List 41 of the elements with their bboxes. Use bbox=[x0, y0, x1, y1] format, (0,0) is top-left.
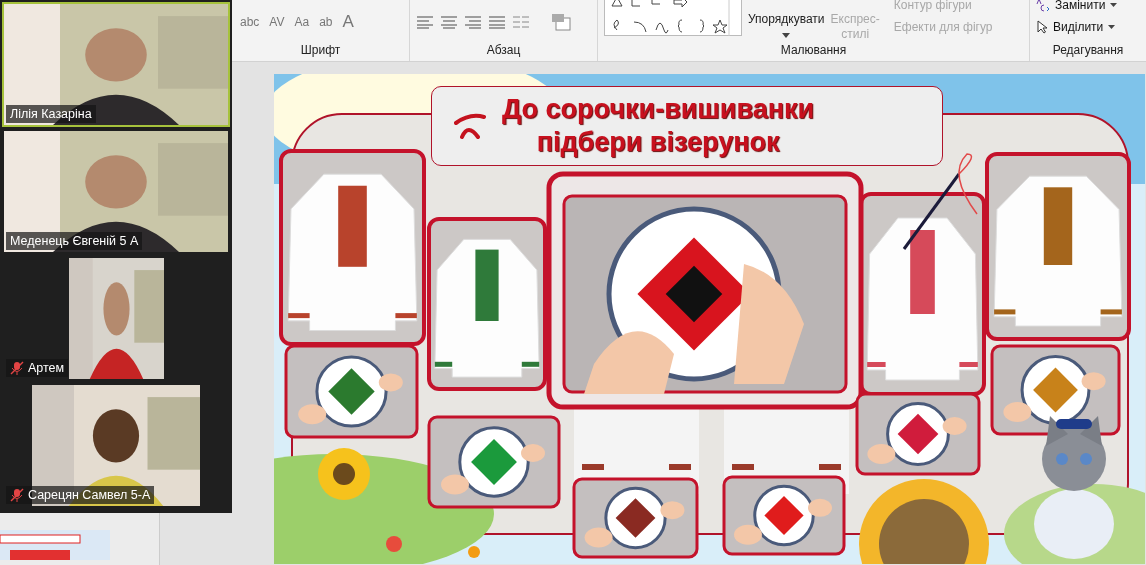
font-tool-button[interactable]: Aa bbox=[292, 15, 312, 29]
embroidery-hoop-card[interactable] bbox=[427, 415, 561, 509]
sunflower-drawing bbox=[318, 448, 370, 500]
group-label: Шрифт bbox=[299, 43, 342, 57]
embroidery-hoop-card[interactable] bbox=[722, 475, 846, 556]
slide-title: підбери візерунок bbox=[536, 126, 780, 159]
shirt-card[interactable] bbox=[985, 152, 1131, 341]
video-tile[interactable]: Меденець Євгеній 5 А bbox=[2, 129, 230, 254]
group-label: Малювання bbox=[779, 43, 848, 57]
cross-stitch-icon bbox=[454, 113, 486, 139]
group-label: Абзац bbox=[485, 43, 522, 57]
participant-name: Лілія Казаріна bbox=[10, 107, 92, 121]
participant-name: Артем bbox=[28, 361, 65, 375]
caret-icon bbox=[782, 33, 791, 38]
replace-button[interactable]: Замінити bbox=[1055, 0, 1106, 12]
group-label: Редагування bbox=[1051, 43, 1125, 57]
video-tile[interactable]: Лілія Казаріна bbox=[2, 2, 230, 127]
font-tool-button[interactable]: AV bbox=[267, 15, 287, 29]
participant-name: Сарецян Самвел 5-А bbox=[28, 488, 151, 502]
shape-gallery[interactable] bbox=[604, 0, 742, 36]
embroidery-hoop-card[interactable] bbox=[855, 392, 981, 476]
shirt-card[interactable] bbox=[427, 217, 547, 391]
slide-thumbnail[interactable] bbox=[0, 530, 110, 560]
muted-mic-icon bbox=[10, 488, 24, 502]
shirt-card[interactable] bbox=[279, 149, 426, 346]
font-tool-button[interactable]: abc bbox=[238, 15, 262, 29]
cursor-icon bbox=[1036, 20, 1048, 34]
muted-mic-icon bbox=[10, 361, 24, 375]
embroidery-hoop-card[interactable] bbox=[284, 344, 419, 439]
font-tool-button[interactable]: ab bbox=[317, 15, 335, 29]
select-button[interactable]: Виділити bbox=[1053, 20, 1104, 34]
replace-icon bbox=[1036, 0, 1050, 12]
caret-icon bbox=[1108, 25, 1116, 29]
embroidery-hoop-card[interactable] bbox=[546, 171, 864, 410]
caret-icon bbox=[1110, 3, 1118, 7]
font-tool-button[interactable]: A bbox=[340, 12, 356, 32]
arrange-button[interactable]: Упорядкувати bbox=[748, 12, 825, 27]
participant-name: Меденець Євгеній 5 А bbox=[10, 234, 139, 248]
embroidery-hoop-card[interactable] bbox=[990, 344, 1121, 436]
embroidery-hoop-card[interactable] bbox=[572, 477, 699, 559]
slide-title: До сорочки-вишиванки bbox=[502, 93, 815, 126]
